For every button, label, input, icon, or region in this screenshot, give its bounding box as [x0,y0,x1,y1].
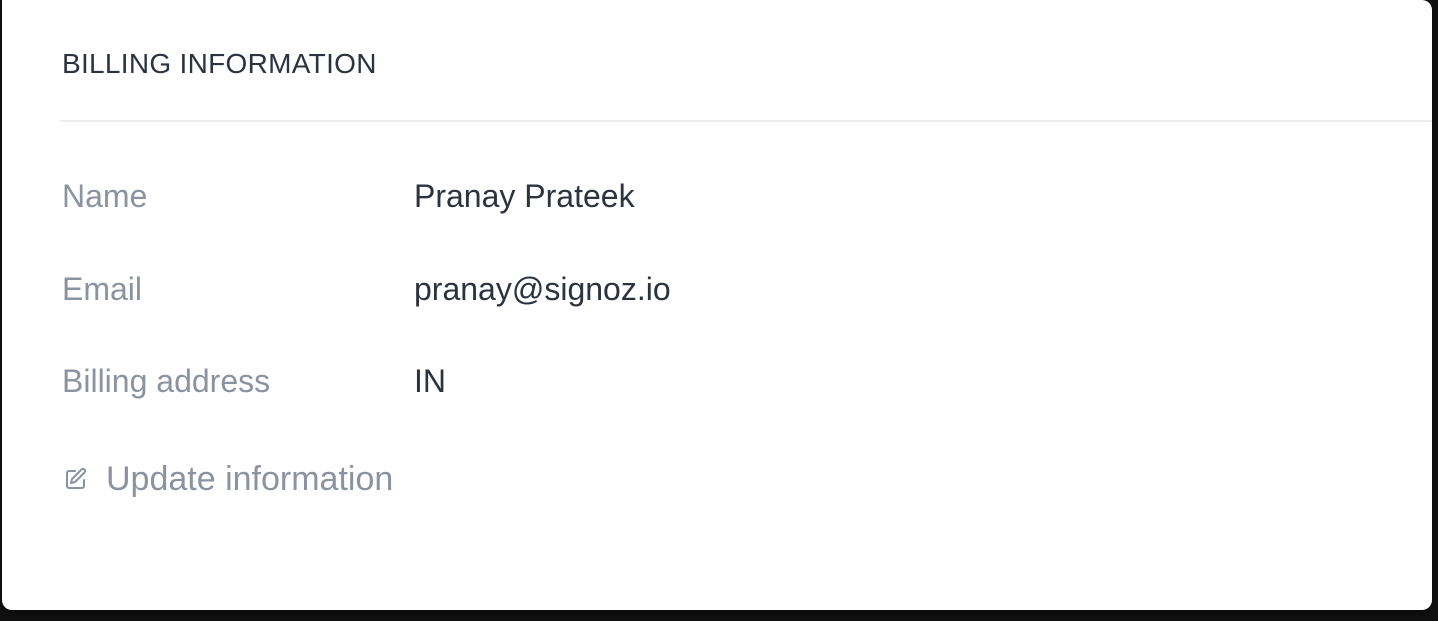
billing-row-email: Email pranay@signoz.io [62,267,1362,311]
card-title: BILLING INFORMATION [62,48,377,79]
name-label: Name [62,177,148,214]
update-information-button[interactable]: Update information [62,456,393,502]
email-value: pranay@signoz.io [414,270,671,307]
edit-icon [62,465,90,493]
billing-address-value: IN [414,362,446,399]
header-divider [60,120,1432,122]
update-information-label: Update information [106,459,394,498]
billing-information-card: BILLING INFORMATION Name Pranay Prateek … [2,0,1432,610]
billing-row-name: Name Pranay Prateek [62,174,1362,218]
email-label: Email [62,270,143,307]
name-value: Pranay Prateek [414,177,635,214]
screenshot-frame: BILLING INFORMATION Name Pranay Prateek … [0,0,1438,621]
billing-address-label: Billing address [62,362,271,399]
billing-row-address: Billing address IN [62,359,1362,403]
